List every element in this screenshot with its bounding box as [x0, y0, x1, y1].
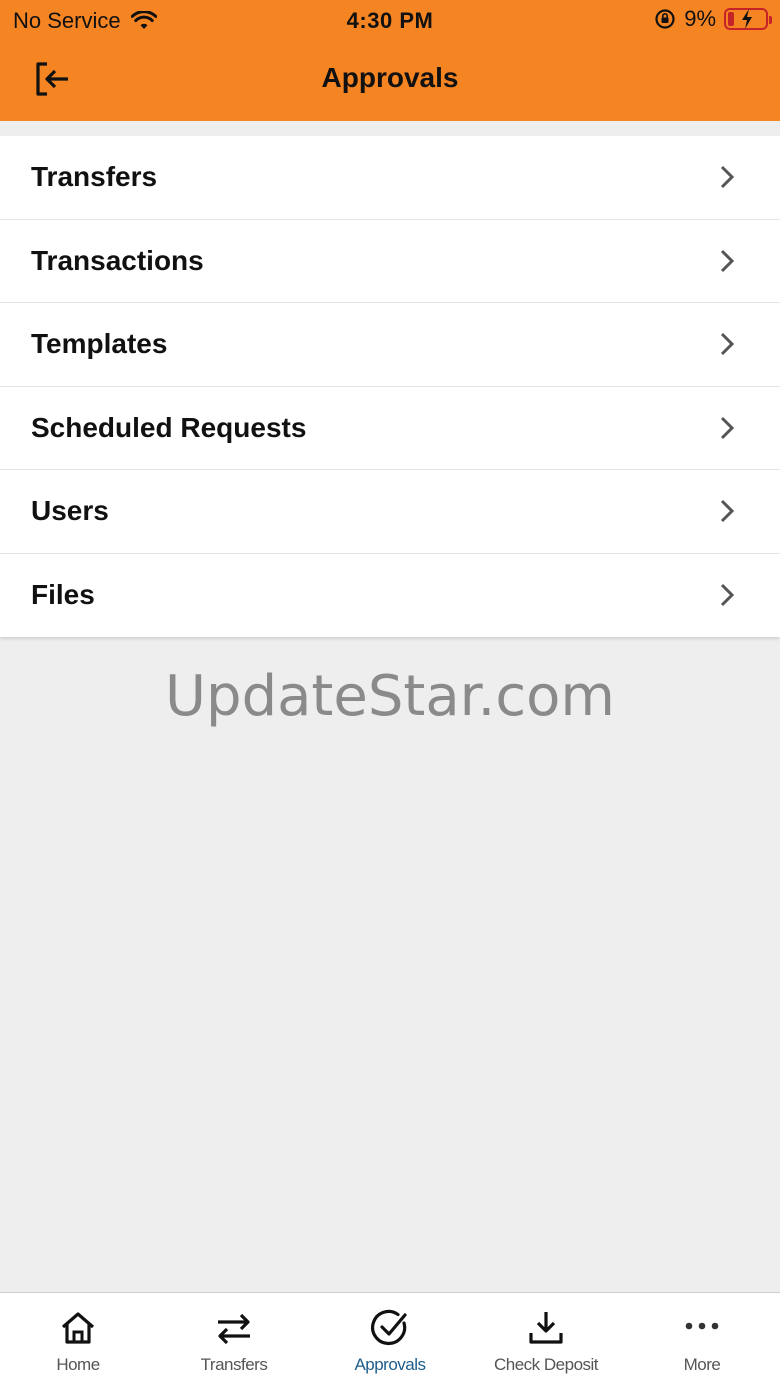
battery-percent: 9% [684, 6, 716, 31]
bottom-tab-bar: Home Transfers Approvals Check Deposit M… [0, 1292, 780, 1387]
header-bar: No Service 4:30 PM 9% Approvals [0, 0, 780, 121]
page-title: Approvals [321, 62, 459, 93]
tab-label: More [683, 1355, 721, 1374]
menu-item-label: Users [31, 495, 109, 527]
tab-label: Transfers [200, 1355, 268, 1374]
chevron-right-icon [720, 166, 735, 189]
tab-label: Check Deposit [493, 1355, 599, 1374]
status-bar: No Service 4:30 PM 9% [0, 0, 780, 40]
menu-item-label: Transactions [31, 244, 204, 276]
menu-item-transfers[interactable]: Transfers [0, 136, 780, 220]
tab-transfers[interactable]: Transfers [156, 1293, 312, 1387]
chevron-right-icon [720, 249, 735, 272]
menu-item-templates[interactable]: Templates [0, 303, 780, 387]
check-circle-icon [371, 1309, 407, 1346]
chevron-right-icon [720, 584, 735, 607]
chevron-right-icon [720, 416, 735, 439]
menu-item-scheduled-requests[interactable]: Scheduled Requests [0, 387, 780, 470]
tab-more[interactable]: More [624, 1293, 780, 1387]
tab-home[interactable]: Home [0, 1293, 156, 1387]
chevron-right-icon [720, 500, 735, 523]
download-tray-icon [529, 1312, 563, 1344]
home-icon [61, 1312, 95, 1344]
chevron-right-icon [720, 333, 735, 356]
more-dots-icon [685, 1322, 719, 1330]
menu-item-users[interactable]: Users [0, 470, 780, 554]
tab-check-deposit[interactable]: Check Deposit [468, 1293, 624, 1387]
menu-item-label: Transfers [31, 161, 158, 193]
status-right: 9% [654, 6, 772, 32]
tab-approvals[interactable]: Approvals [312, 1293, 468, 1387]
menu-item-label: Scheduled Requests [31, 411, 307, 443]
orientation-lock-icon [655, 9, 675, 29]
tab-label: Home [56, 1355, 100, 1374]
tab-label: Approvals [354, 1355, 426, 1374]
watermark-text: UpdateStar.com [165, 664, 615, 729]
battery-icon [724, 8, 772, 30]
menu-item-files[interactable]: Files [0, 554, 780, 638]
menu-item-label: Templates [31, 328, 168, 360]
transfer-arrows-icon [218, 1313, 250, 1345]
menu-item-transactions[interactable]: Transactions [0, 220, 780, 303]
approvals-menu-list: Transfers Transactions Templates Schedul… [0, 136, 780, 637]
menu-item-label: Files [31, 579, 95, 611]
